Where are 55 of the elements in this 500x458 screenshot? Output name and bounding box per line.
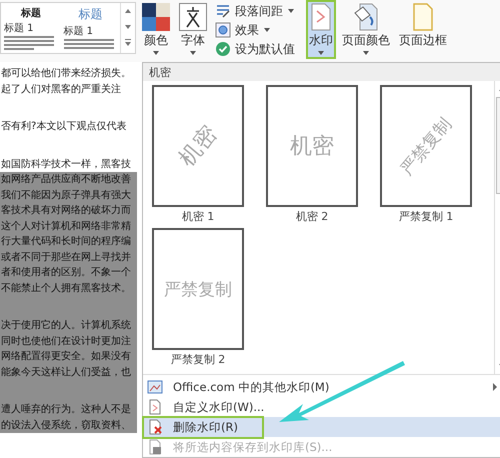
document-text-line: 如国防科学技术一样，黑客技 bbox=[0, 158, 132, 172]
style-thumbnail[interactable]: 标题 标题 1 bbox=[1, 3, 60, 53]
style-thumbnail[interactable]: 标题 标题 1 bbox=[60, 3, 120, 53]
watermark-preview-text: 严禁复制 bbox=[164, 278, 232, 300]
caret-icon bbox=[189, 50, 197, 56]
watermark-preview-text: 机密 bbox=[290, 133, 334, 161]
caret-icon bbox=[362, 50, 370, 56]
watermark-option[interactable]: 严禁复制 严禁复制 1 bbox=[380, 85, 494, 224]
caret-icon bbox=[152, 50, 160, 56]
document-delete-icon bbox=[147, 419, 163, 435]
watermark-option-label: 机密 2 bbox=[294, 210, 330, 224]
check-icon bbox=[215, 41, 231, 57]
watermark-option[interactable]: 严禁复制 严禁复制 2 bbox=[152, 228, 266, 367]
style-title: 标题 bbox=[20, 6, 41, 20]
page-border-icon bbox=[411, 3, 435, 31]
ribbon-button[interactable]: 页面边框 bbox=[396, 0, 450, 52]
menu-item[interactable]: Office.com 中的其他水印(M) bbox=[143, 377, 500, 397]
watermark-option-label: 严禁复制 1 bbox=[398, 210, 454, 224]
ribbon-button[interactable]: 字体 bbox=[176, 0, 210, 59]
watermark-page-icon bbox=[309, 3, 333, 31]
menu-item[interactable]: 删除水印(R) bbox=[143, 417, 500, 437]
caret-icon bbox=[317, 50, 325, 56]
save-icon bbox=[147, 439, 163, 455]
watermark-option[interactable]: 机密 机密 1 bbox=[152, 85, 266, 224]
text-lines-icon bbox=[4, 36, 54, 50]
watermark-preview-text: 机密 bbox=[174, 120, 224, 172]
paint-bucket-page-icon bbox=[352, 3, 380, 31]
menu-item[interactable]: 自定义水印(W)... bbox=[143, 397, 500, 417]
ribbon-button[interactable]: 水印 bbox=[306, 0, 336, 59]
watermark-option-label: 机密 1 bbox=[180, 210, 216, 224]
document-icon bbox=[147, 399, 163, 415]
style-title: 标题 bbox=[78, 6, 102, 23]
style-heading: 标题 1 bbox=[64, 24, 94, 38]
picture-icon bbox=[147, 379, 163, 395]
submenu-arrow-icon bbox=[491, 382, 499, 392]
caret-icon bbox=[263, 27, 271, 33]
document-text-line: 起了人们对黑客的严重关注 bbox=[0, 82, 122, 96]
style-heading: 标题 1 bbox=[4, 22, 34, 35]
ribbon-button[interactable]: 颜色 bbox=[139, 0, 173, 59]
font-icon bbox=[179, 3, 207, 31]
document-text-line: 否有利?本文以下观点仅代表 bbox=[0, 120, 128, 134]
document-text-line: 都可以给他们带来经济损失。 bbox=[0, 66, 132, 81]
watermark-preview-text: 严禁复制 bbox=[396, 112, 457, 180]
ribbon-small-button[interactable]: 效果 bbox=[213, 21, 297, 39]
section-header: 机密 bbox=[143, 63, 500, 81]
ribbon-small-button[interactable]: 段落间距 bbox=[213, 2, 297, 20]
color-swatches-icon bbox=[142, 3, 170, 31]
ribbon-small-button[interactable]: 设为默认值 bbox=[213, 40, 297, 58]
ribbon-button[interactable]: 页面颜色 bbox=[339, 0, 393, 59]
paragraph-spacing-icon bbox=[215, 3, 231, 19]
watermark-option[interactable]: 机密 机密 2 bbox=[266, 85, 380, 224]
effects-icon bbox=[215, 22, 231, 38]
text-lines-icon bbox=[64, 39, 114, 50]
caret-icon bbox=[287, 8, 295, 14]
watermark-option-label: 严禁复制 2 bbox=[170, 353, 226, 367]
